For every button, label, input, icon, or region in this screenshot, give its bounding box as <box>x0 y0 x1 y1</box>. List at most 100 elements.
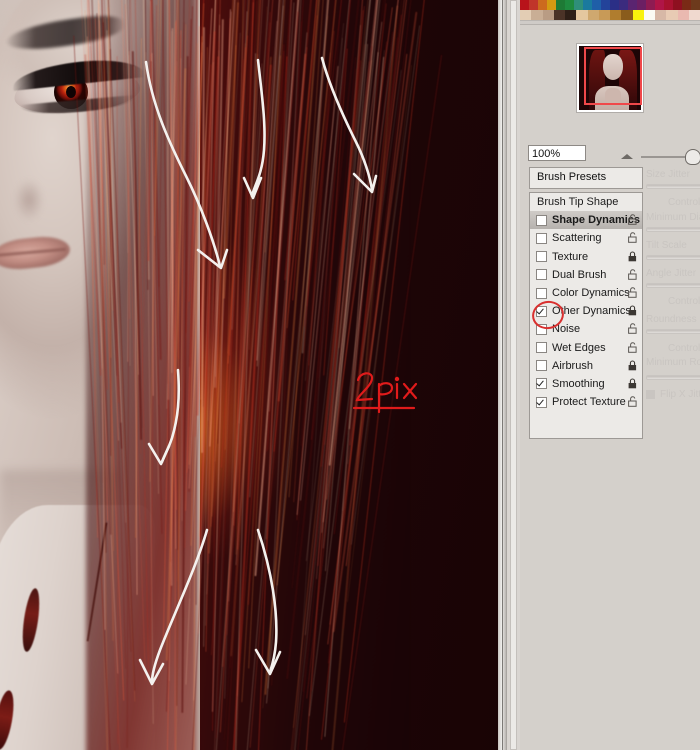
swatch-4[interactable] <box>565 10 576 20</box>
brush-option-label: Smoothing <box>552 378 605 390</box>
swatch-0[interactable] <box>520 10 531 20</box>
disabled-option-label: Minimum Diameter <box>646 212 700 223</box>
brush-option-label: Airbrush <box>552 360 593 372</box>
brush-tip-shape-item[interactable]: Brush Tip Shape <box>530 193 642 211</box>
brush-option-color-dynamics[interactable]: Color Dynamics <box>530 284 642 302</box>
swatch-16[interactable] <box>664 0 673 10</box>
navigator-view-box[interactable] <box>584 47 642 105</box>
navigator-panel[interactable]: 100% <box>520 24 700 165</box>
brush-option-protect-texture[interactable]: Protect Texture <box>530 393 642 411</box>
checkbox-scattering[interactable] <box>536 233 547 244</box>
swatch-8[interactable] <box>592 0 601 10</box>
checkbox-shape-dynamics[interactable] <box>536 215 547 226</box>
swatch-12[interactable] <box>628 0 637 10</box>
swatch-11[interactable] <box>644 10 655 20</box>
document-canvas[interactable] <box>0 0 506 750</box>
swatch-4[interactable] <box>556 0 565 10</box>
zoom-out-icon[interactable] <box>621 154 633 159</box>
unlocked-icon[interactable] <box>628 287 638 298</box>
swatch-1[interactable] <box>529 0 538 10</box>
swatch-6[interactable] <box>588 10 599 20</box>
swatch-0[interactable] <box>520 0 529 10</box>
unlocked-icon[interactable] <box>628 342 638 353</box>
checkbox-texture[interactable] <box>536 251 547 262</box>
swatch-5[interactable] <box>576 10 587 20</box>
swatch-3[interactable] <box>547 0 556 10</box>
locked-icon[interactable] <box>628 378 638 389</box>
swatch-2[interactable] <box>543 10 554 20</box>
unlocked-icon[interactable] <box>628 396 638 407</box>
locked-icon[interactable] <box>628 305 638 316</box>
disabled-option-label: Control <box>668 296 700 307</box>
swatch-15[interactable] <box>689 10 700 20</box>
zoom-percentage-field[interactable]: 100% <box>528 145 586 161</box>
hair-strand-streaks <box>86 0 416 750</box>
swatch-18[interactable] <box>682 0 691 10</box>
unlocked-icon[interactable] <box>628 214 638 225</box>
swatch-13[interactable] <box>666 10 677 20</box>
swatch-10[interactable] <box>633 10 644 20</box>
disabled-option-label: Minimum Roundness <box>646 357 700 368</box>
disabled-option-label: Angle Jitter <box>646 268 696 279</box>
swatch-9[interactable] <box>601 0 610 10</box>
disabled-checkbox <box>646 390 655 399</box>
swatch-10[interactable] <box>610 0 619 10</box>
locked-icon[interactable] <box>628 360 638 371</box>
swatch-8[interactable] <box>610 10 621 20</box>
brush-option-label: Dual Brush <box>552 269 606 281</box>
checkbox-airbrush[interactable] <box>536 360 547 371</box>
brush-option-scattering[interactable]: Scattering <box>530 229 642 247</box>
swatch-7[interactable] <box>583 0 592 10</box>
swatch-row-1[interactable] <box>520 0 700 10</box>
brushes-panel[interactable]: Brush Presets Brush Tip Shape Shape Dynam… <box>529 167 700 447</box>
swatch-13[interactable] <box>637 0 646 10</box>
swatch-14[interactable] <box>646 0 655 10</box>
zoom-slider-knob[interactable] <box>685 149 700 165</box>
unlocked-icon[interactable] <box>628 323 638 334</box>
swatch-11[interactable] <box>619 0 628 10</box>
brush-option-label: Color Dynamics <box>552 287 630 299</box>
checkbox-wet-edges[interactable] <box>536 342 547 353</box>
disabled-slider <box>646 283 700 288</box>
brush-option-label: Texture <box>552 251 588 263</box>
swatch-5[interactable] <box>565 0 574 10</box>
scrollbar-track[interactable] <box>510 0 517 750</box>
brush-option-smoothing[interactable]: Smoothing <box>530 375 642 393</box>
swatch-2[interactable] <box>538 0 547 10</box>
checkbox-color-dynamics[interactable] <box>536 288 547 299</box>
locked-icon[interactable] <box>628 251 638 262</box>
swatch-7[interactable] <box>599 10 610 20</box>
disabled-slider <box>646 184 700 189</box>
swatch-12[interactable] <box>655 10 666 20</box>
swatch-17[interactable] <box>673 0 682 10</box>
disabled-slider <box>646 375 700 380</box>
checkbox-dual-brush[interactable] <box>536 269 547 280</box>
swatch-1[interactable] <box>531 10 542 20</box>
disabled-slider <box>646 329 700 334</box>
checkbox-protect-texture[interactable] <box>536 397 547 408</box>
swatch-19[interactable] <box>691 0 700 10</box>
brush-presets-tab[interactable]: Brush Presets <box>529 167 643 189</box>
brush-option-label: Wet Edges <box>552 342 606 354</box>
disabled-option-label: Size Jitter <box>646 169 690 180</box>
swatch-14[interactable] <box>678 10 689 20</box>
unlocked-icon[interactable] <box>628 232 638 243</box>
pupil <box>66 86 76 98</box>
brush-option-airbrush[interactable]: Airbrush <box>530 357 642 375</box>
canvas-border-line <box>502 0 503 750</box>
swatches-panel[interactable] <box>520 0 700 21</box>
disabled-option-label: Roundness <box>646 314 697 325</box>
brush-option-shape-dynamics[interactable]: Shape Dynamics <box>530 211 642 229</box>
brush-tip-shape-label: Brush Tip Shape <box>537 196 618 208</box>
swatch-row-2[interactable] <box>520 10 700 20</box>
swatch-3[interactable] <box>554 10 565 20</box>
unlocked-icon[interactable] <box>628 269 638 280</box>
swatch-9[interactable] <box>621 10 632 20</box>
brush-option-controls-disabled: Size Jitter Control Minimum Diameter Tilt S… <box>646 167 700 439</box>
swatch-15[interactable] <box>655 0 664 10</box>
checkbox-smoothing[interactable] <box>536 378 547 389</box>
brush-option-wet-edges[interactable]: Wet Edges <box>530 339 642 357</box>
swatch-6[interactable] <box>574 0 583 10</box>
brush-option-dual-brush[interactable]: Dual Brush <box>530 266 642 284</box>
brush-option-texture[interactable]: Texture <box>530 248 642 266</box>
